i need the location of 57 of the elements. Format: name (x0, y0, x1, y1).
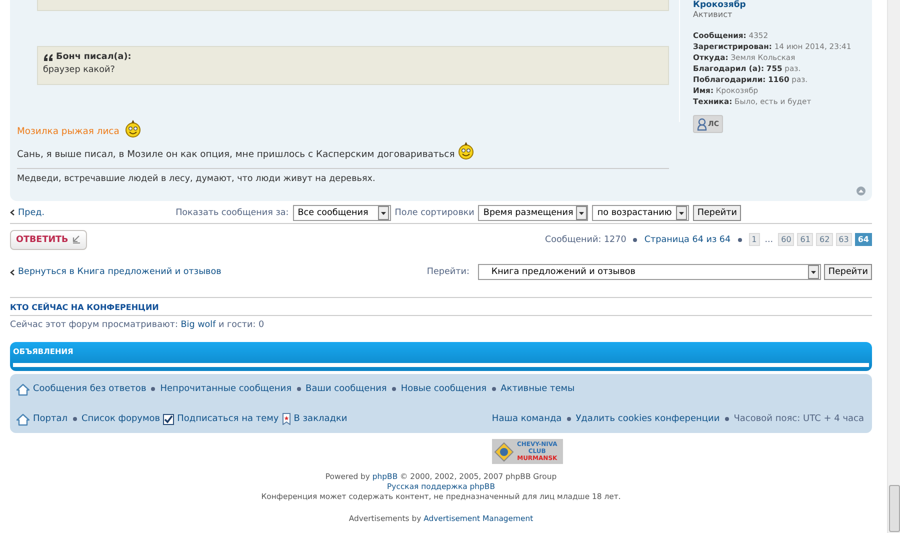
user-icon (697, 118, 707, 130)
user-link[interactable]: Big wolf (180, 320, 216, 330)
jump-go-button[interactable]: Перейти (824, 264, 872, 280)
online-text: Сейчас этот форум просматривают: Big wolf и гости: 0 (10, 320, 266, 330)
display-label: Показать сообщения за: (176, 208, 289, 218)
back-link[interactable]: Вернуться в Книга предложений и отзывов (10, 267, 222, 277)
timezone-text: Часовой пояс: UTC + 4 часа (734, 414, 864, 424)
home-icon (16, 382, 30, 396)
username-link[interactable]: Крокозябр (693, 0, 852, 10)
checkbox-icon (163, 414, 174, 424)
nav-link[interactable]: Непрочитанные сообщения (160, 384, 292, 394)
sort-key-select[interactable]: Время размещения (478, 204, 588, 220)
emblem-icon (494, 442, 514, 462)
sort-label: Поле сортировки (394, 208, 474, 218)
days-select[interactable]: Все сообщения (292, 204, 391, 220)
quote-mark-icon (43, 52, 53, 62)
nav-link[interactable]: Сообщения без ответов (16, 382, 146, 396)
page-link[interactable]: 62 (816, 233, 833, 246)
chevron-left-icon (10, 268, 15, 276)
home-icon (16, 412, 30, 426)
jump-label: Перейти: (426, 267, 470, 277)
smiley-icon (458, 142, 474, 160)
page-link[interactable]: 1 (748, 233, 760, 246)
page-link[interactable]: 61 (797, 233, 814, 246)
bookmark-icon (282, 413, 291, 425)
nav-link[interactable]: Ваши сообщения (306, 384, 387, 394)
smiley-icon (125, 120, 142, 138)
nav-link[interactable]: Наша команда (492, 414, 562, 424)
scrollbar-thumb[interactable] (889, 485, 900, 532)
signature: Медведи, встречавшие людей в лесу, думают, что люди живут на деревьях. (17, 168, 669, 184)
nav-link[interactable]: Удалить cookies конференции (576, 414, 720, 424)
go-button[interactable]: Перейти (693, 204, 741, 220)
page-link[interactable]: 63 (836, 233, 852, 246)
subscribe-link[interactable]: Подписаться на тему (163, 414, 279, 424)
page-link[interactable]: 64 (854, 233, 872, 246)
quote-author: Бонч писал(а): (56, 52, 132, 62)
previous-page-link[interactable]: Пред. (10, 208, 44, 218)
page-indicator-link[interactable]: Страница 64 из 64 (644, 234, 731, 244)
forum-jump-select[interactable]: Книга предложений и отзывов (478, 264, 822, 280)
nav-link[interactable]: Список форумов (82, 414, 160, 424)
post-title: Мозилка рыжая лиса (17, 126, 120, 137)
section-heading: КТО СЕЙЧАС НА КОНФЕРЕНЦИИ (10, 303, 872, 316)
nav-link[interactable]: Новые сообщения (400, 384, 487, 394)
back-to-top-icon[interactable] (856, 186, 866, 196)
page-link[interactable]: 60 (778, 233, 794, 246)
user-rank: Активист (693, 10, 734, 19)
post-text: Сань, я выше писал, в Мозиле он как опция, мне пришлось с Касперским договариваться (17, 149, 455, 160)
reply-button[interactable]: ОТВЕТИТЬ (10, 230, 88, 250)
page-ellipsis: ... (764, 234, 774, 244)
nav-link[interactable]: Портал (16, 412, 68, 426)
bookmark-link[interactable]: В закладки (282, 413, 348, 425)
quote-text: браузер какой? (43, 65, 116, 75)
sort-order-select[interactable]: по возрастанию (592, 204, 690, 220)
chevron-left-icon (10, 209, 15, 216)
nav-link[interactable]: Активные темы (500, 384, 575, 394)
reply-arrow-icon (72, 235, 82, 244)
post-count: Сообщений: 1270 (544, 234, 626, 244)
